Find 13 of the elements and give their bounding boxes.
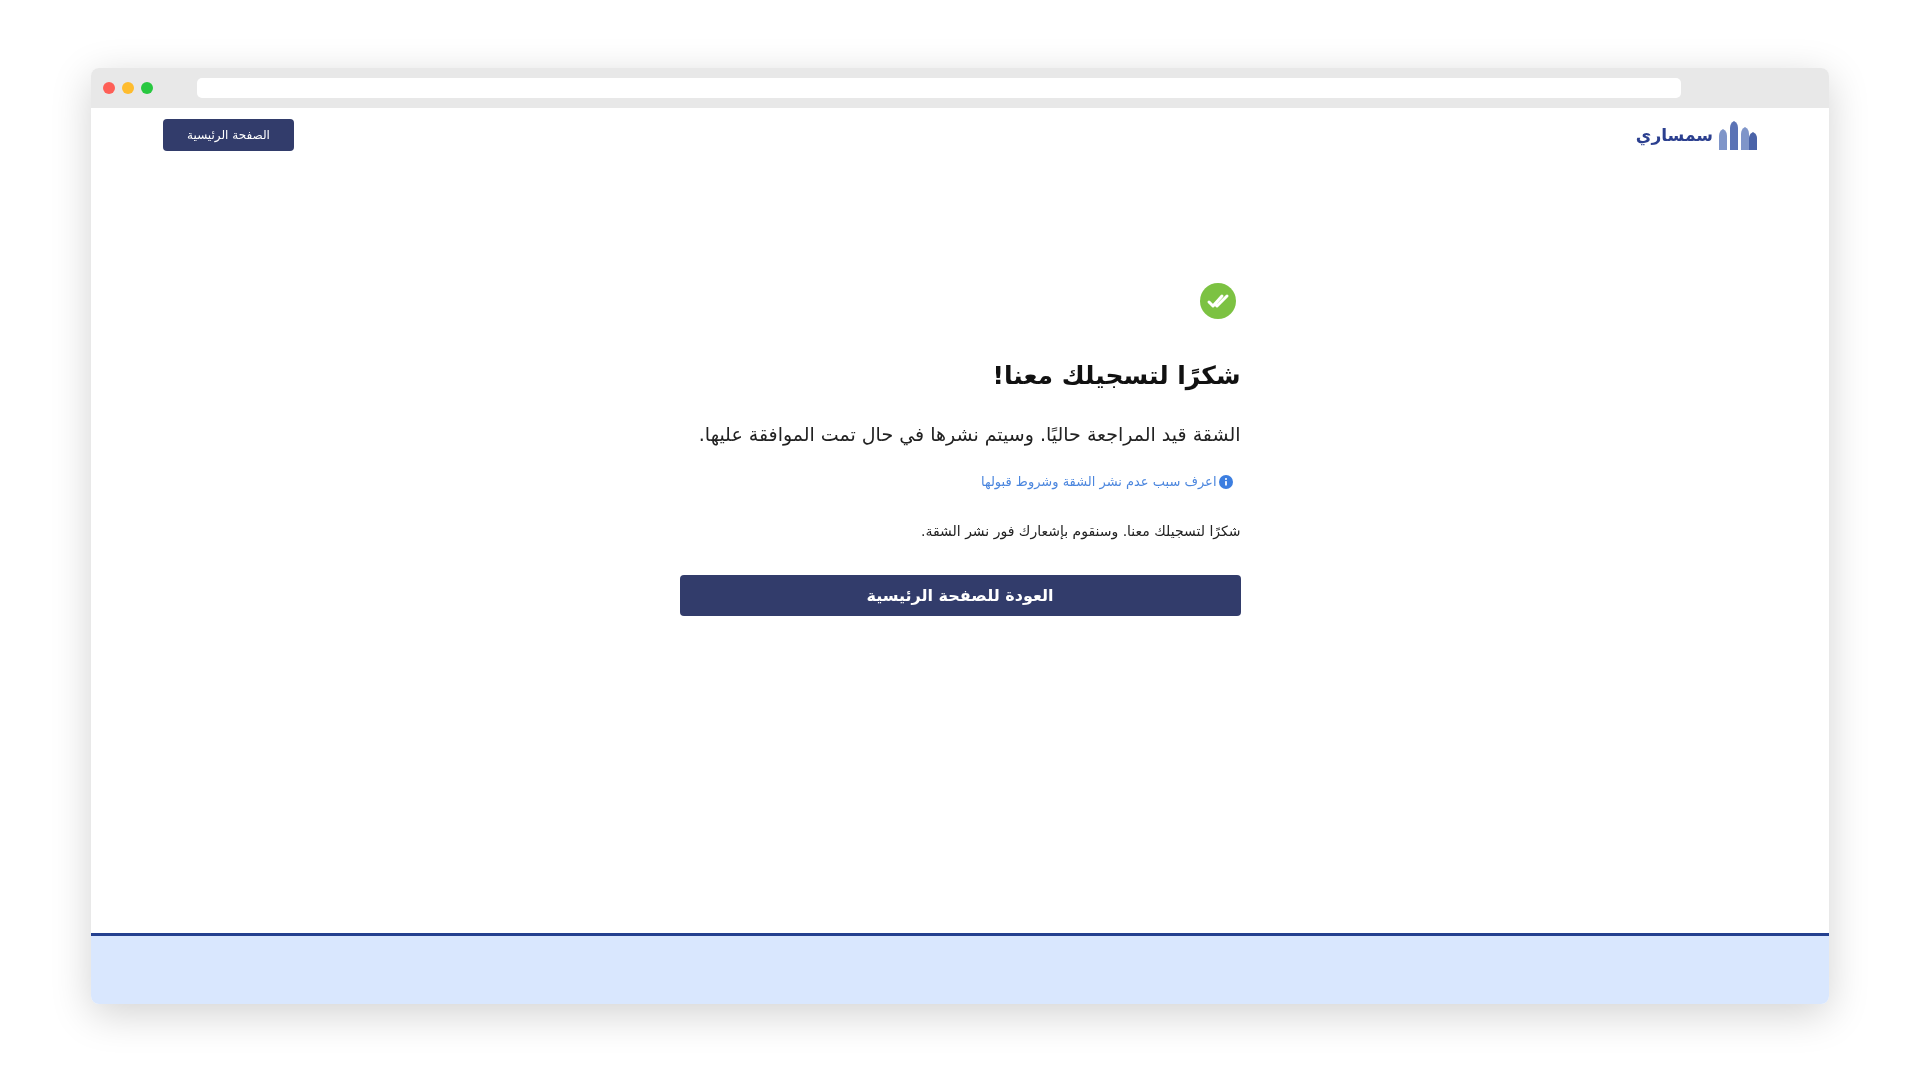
buildings-icon (1717, 120, 1757, 150)
back-home-button[interactable]: العودة للصفحة الرئيسية (679, 575, 1241, 616)
info-link[interactable]: اعرف سبب عدم نشر الشقة وشروط قبولها (980, 474, 1217, 489)
minimize-icon[interactable] (122, 82, 134, 94)
maximize-icon[interactable] (141, 82, 153, 94)
success-title: شكرًا لتسجيلك معنا! (992, 361, 1241, 390)
review-message: الشقة قيد المراجعة حاليًا. وسيتم نشرها في حال تمت الموافقة عليها. (698, 422, 1241, 448)
close-icon[interactable] (103, 82, 115, 94)
info-icon (1218, 474, 1233, 489)
home-button[interactable]: الصفحة الرئيسية (163, 119, 294, 151)
logo-text: سمساري (1635, 125, 1713, 145)
double-check-icon (1199, 283, 1236, 319)
notification-note: شكرًا لتسجيلك معنا. وسنقوم بإشعارك فور نشر الشقة. (921, 523, 1241, 539)
